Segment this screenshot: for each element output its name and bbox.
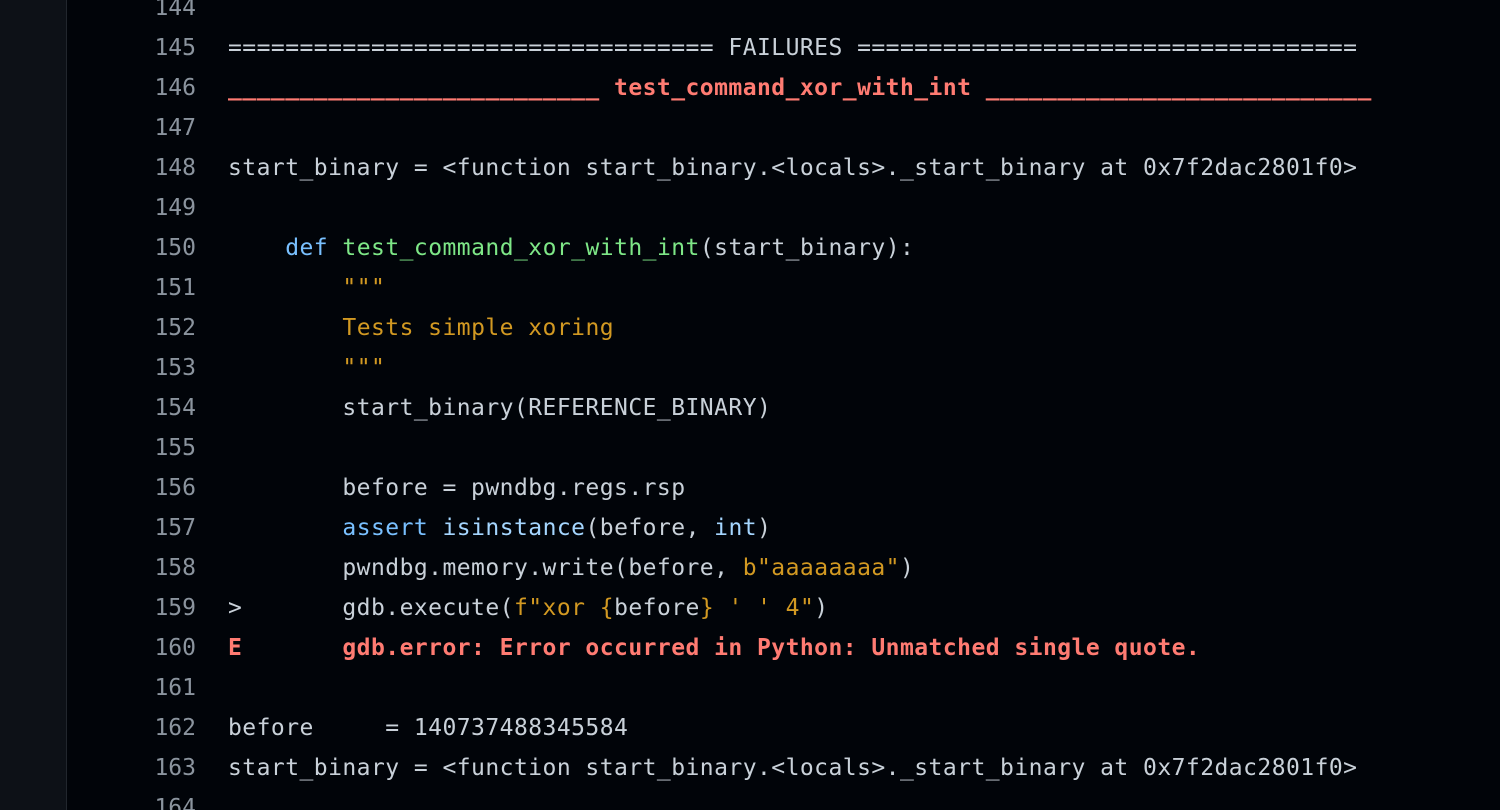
code-token: b"aaaaaaaa" <box>742 555 900 581</box>
code-line: 150 def test_command_xor_with_int(start_… <box>68 228 1500 268</box>
code-line: 154 start_binary(REFERENCE_BINARY) <box>68 388 1500 428</box>
code-token: Tests simple xoring <box>342 315 615 341</box>
line-number[interactable]: 148 <box>68 148 196 188</box>
line-number[interactable]: 144 <box>68 0 196 28</box>
code-line: 162 before = 140737488345584 <box>68 708 1500 748</box>
line-number[interactable]: 163 <box>68 748 196 788</box>
line-content: pwndbg.memory.write(before, b"aaaaaaaa") <box>228 548 914 588</box>
code-line: 148 start_binary = <function start_binary… <box>68 148 1500 188</box>
code-line: 152 Tests simple xoring <box>68 308 1500 348</box>
line-number[interactable]: 151 <box>68 268 196 308</box>
code-token: before = pwndbg.regs.rsp <box>228 475 686 501</box>
code-token: ) <box>899 555 915 581</box>
code-token: ) <box>757 515 772 541</box>
code-token: (before, <box>585 515 715 541</box>
code-token: """ <box>342 275 386 301</box>
line-number[interactable]: 155 <box>68 428 196 468</box>
code-token: """ <box>342 355 386 381</box>
code-token: start_binary = <function start_binary.<l… <box>228 755 1358 781</box>
code-token: { <box>599 595 615 621</box>
line-number[interactable]: 157 <box>68 508 196 548</box>
code-lines: 144 145 ==================================… <box>68 0 1500 810</box>
code-token: int <box>714 515 758 541</box>
line-content: Tests simple xoring <box>228 308 614 348</box>
line-content: assert isinstance(before, int) <box>228 508 771 548</box>
code-line: 149 <box>68 188 1500 228</box>
code-line: 164 <box>68 788 1500 810</box>
line-content: > gdb.execute(f"xor {before} ' ' 4") <box>228 588 829 628</box>
code-line: 153 """ <box>68 348 1500 388</box>
code-token: test_command_xor_with_int <box>342 235 700 261</box>
line-number[interactable]: 159 <box>68 588 196 628</box>
code-token: pwndbg.memory.write(before, <box>228 555 743 581</box>
code-line: 159 > gdb.execute(f"xor {before} ' ' 4") <box>68 588 1500 628</box>
code-line: 151 """ <box>68 268 1500 308</box>
line-number[interactable]: 149 <box>68 188 196 228</box>
line-content: start_binary = <function start_binary.<l… <box>228 148 1357 188</box>
code-token: start_binary(REFERENCE_BINARY) <box>228 395 772 421</box>
line-content: """ <box>228 348 385 388</box>
left-gutter <box>0 0 67 810</box>
line-content: start_binary(REFERENCE_BINARY) <box>228 388 771 428</box>
line-content: before = pwndbg.regs.rsp <box>228 468 686 508</box>
line-content: start_binary = <function start_binary.<l… <box>228 748 1357 788</box>
code-line: 145 ================================== FA… <box>68 28 1500 68</box>
line-number[interactable]: 145 <box>68 28 196 68</box>
code-line: 144 <box>68 0 1500 28</box>
line-content: def test_command_xor_with_int(start_bina… <box>228 228 914 268</box>
code-line: 163 start_binary = <function start_binary… <box>68 748 1500 788</box>
line-number[interactable]: 146 <box>68 68 196 108</box>
line-content: __________________________ test_command_… <box>228 68 1372 108</box>
line-number[interactable]: 152 <box>68 308 196 348</box>
code-line: 158 pwndbg.memory.write(before, b"aaaaaa… <box>68 548 1500 588</box>
line-content: before = 140737488345584 <box>228 708 628 748</box>
line-number[interactable]: 161 <box>68 668 196 708</box>
code-token: > gdb.execute( <box>228 595 514 621</box>
code-token: f"xor <box>513 595 600 621</box>
code-token: assert <box>342 515 429 541</box>
code-token: ' ' 4" <box>714 595 815 621</box>
code-token: ) <box>814 595 829 621</box>
code-token: (start_binary): <box>699 235 915 261</box>
line-content: ================================== FAILU… <box>228 28 1357 68</box>
line-number[interactable]: 153 <box>68 348 196 388</box>
line-number[interactable]: 147 <box>68 108 196 148</box>
line-number[interactable]: 160 <box>68 628 196 668</box>
code-line: 161 <box>68 668 1500 708</box>
code-line: 147 <box>68 108 1500 148</box>
line-content: E gdb.error: Error occurred in Python: U… <box>228 628 1200 668</box>
line-number[interactable]: 162 <box>68 708 196 748</box>
line-number[interactable]: 158 <box>68 548 196 588</box>
code-line: 146 __________________________ test_comma… <box>68 68 1500 108</box>
code-token: before = 140737488345584 <box>228 715 629 741</box>
code-token: ================================== FAILU… <box>228 35 1358 61</box>
code-token: } <box>699 595 715 621</box>
code-token: E gdb.error: Error occurred in Python: U… <box>228 635 1201 661</box>
line-number[interactable]: 156 <box>68 468 196 508</box>
code-line: 157 assert isinstance(before, int) <box>68 508 1500 548</box>
code-line: 160 E gdb.error: Error occurred in Python… <box>68 628 1500 668</box>
code-token: __________________________ test_command_… <box>228 75 1372 101</box>
line-content: """ <box>228 268 385 308</box>
code-line: 156 before = pwndbg.regs.rsp <box>68 468 1500 508</box>
code-token: def <box>285 235 329 261</box>
line-number[interactable]: 154 <box>68 388 196 428</box>
line-number[interactable]: 164 <box>68 788 196 810</box>
code-viewer: 144 145 ==================================… <box>0 0 1500 810</box>
code-token: start_binary = <function start_binary.<l… <box>228 155 1358 181</box>
line-number[interactable]: 150 <box>68 228 196 268</box>
code-token: isinstance <box>442 515 586 541</box>
code-token: before <box>614 595 700 621</box>
code-line: 155 <box>68 428 1500 468</box>
